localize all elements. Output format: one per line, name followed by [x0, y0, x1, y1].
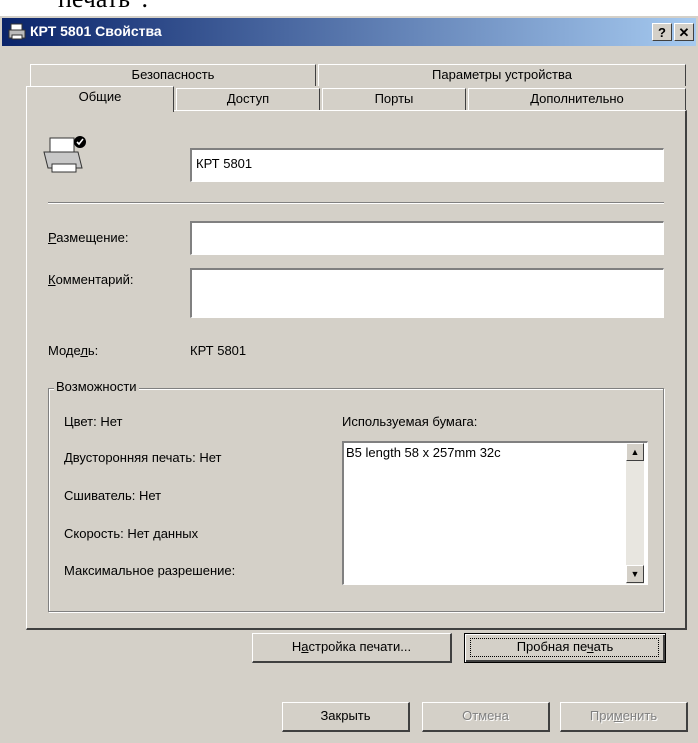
features-title: Возможности [54, 379, 139, 394]
tab-advanced[interactable]: Дополнительно [468, 88, 686, 110]
focus-ring [470, 638, 659, 657]
scroll-up-icon[interactable]: ▲ [626, 443, 644, 461]
test-print-button[interactable]: Пробная печать [464, 633, 666, 663]
tab-device-settings[interactable]: Параметры устройства [318, 64, 686, 86]
print-settings-button[interactable]: Настройка печати... [252, 633, 452, 663]
tab-security[interactable]: Безопасность [30, 64, 316, 86]
feature-color: Цвет: Нет [64, 414, 123, 429]
apply-button[interactable]: Применить [560, 702, 688, 732]
printer-large-icon [43, 136, 86, 173]
background-document-text: печать”. [58, 0, 148, 14]
location-label: Размещение: [48, 230, 129, 245]
title-bar[interactable]: КРТ 5801 Свойства ? ✕ [2, 18, 696, 46]
paper-scrollbar[interactable]: ▲ ▼ [626, 443, 644, 584]
paper-listbox[interactable]: B5 length 58 x 257mm 32c ▲ ▼ [342, 441, 648, 585]
tab-sharing[interactable]: Доступ [176, 88, 320, 110]
comment-label: Комментарий: [48, 272, 134, 287]
paper-label: Используемая бумага: [342, 414, 478, 429]
tab-general[interactable]: Общие [26, 86, 174, 112]
feature-stapler: Сшиватель: Нет [64, 488, 162, 503]
paper-list-item[interactable]: B5 length 58 x 257mm 32c [346, 445, 501, 460]
help-button[interactable]: ? [652, 23, 672, 41]
comment-field[interactable] [190, 268, 664, 318]
cancel-button[interactable]: Отмена [422, 702, 550, 732]
window-title: КРТ 5801 Свойства [30, 23, 162, 39]
close-button[interactable]: Закрыть [282, 702, 410, 732]
separator [48, 202, 664, 204]
location-field[interactable] [190, 221, 664, 255]
feature-duplex: Двусторонняя печать: Нет [64, 450, 222, 465]
printer-name-field[interactable]: КРТ 5801 [190, 148, 664, 182]
model-label: Модель: [48, 343, 99, 358]
printer-icon [8, 23, 26, 40]
feature-speed: Скорость: Нет данных [64, 526, 199, 541]
tab-ports[interactable]: Порты [322, 88, 466, 110]
printer-properties-dialog: КРТ 5801 Свойства ? ✕ Безопасность Парам… [0, 16, 698, 743]
model-value: КРТ 5801 [190, 343, 247, 358]
scroll-down-icon[interactable]: ▼ [626, 565, 644, 583]
close-icon[interactable]: ✕ [674, 23, 694, 41]
feature-max-resolution: Максимальное разрешение: [64, 563, 236, 578]
